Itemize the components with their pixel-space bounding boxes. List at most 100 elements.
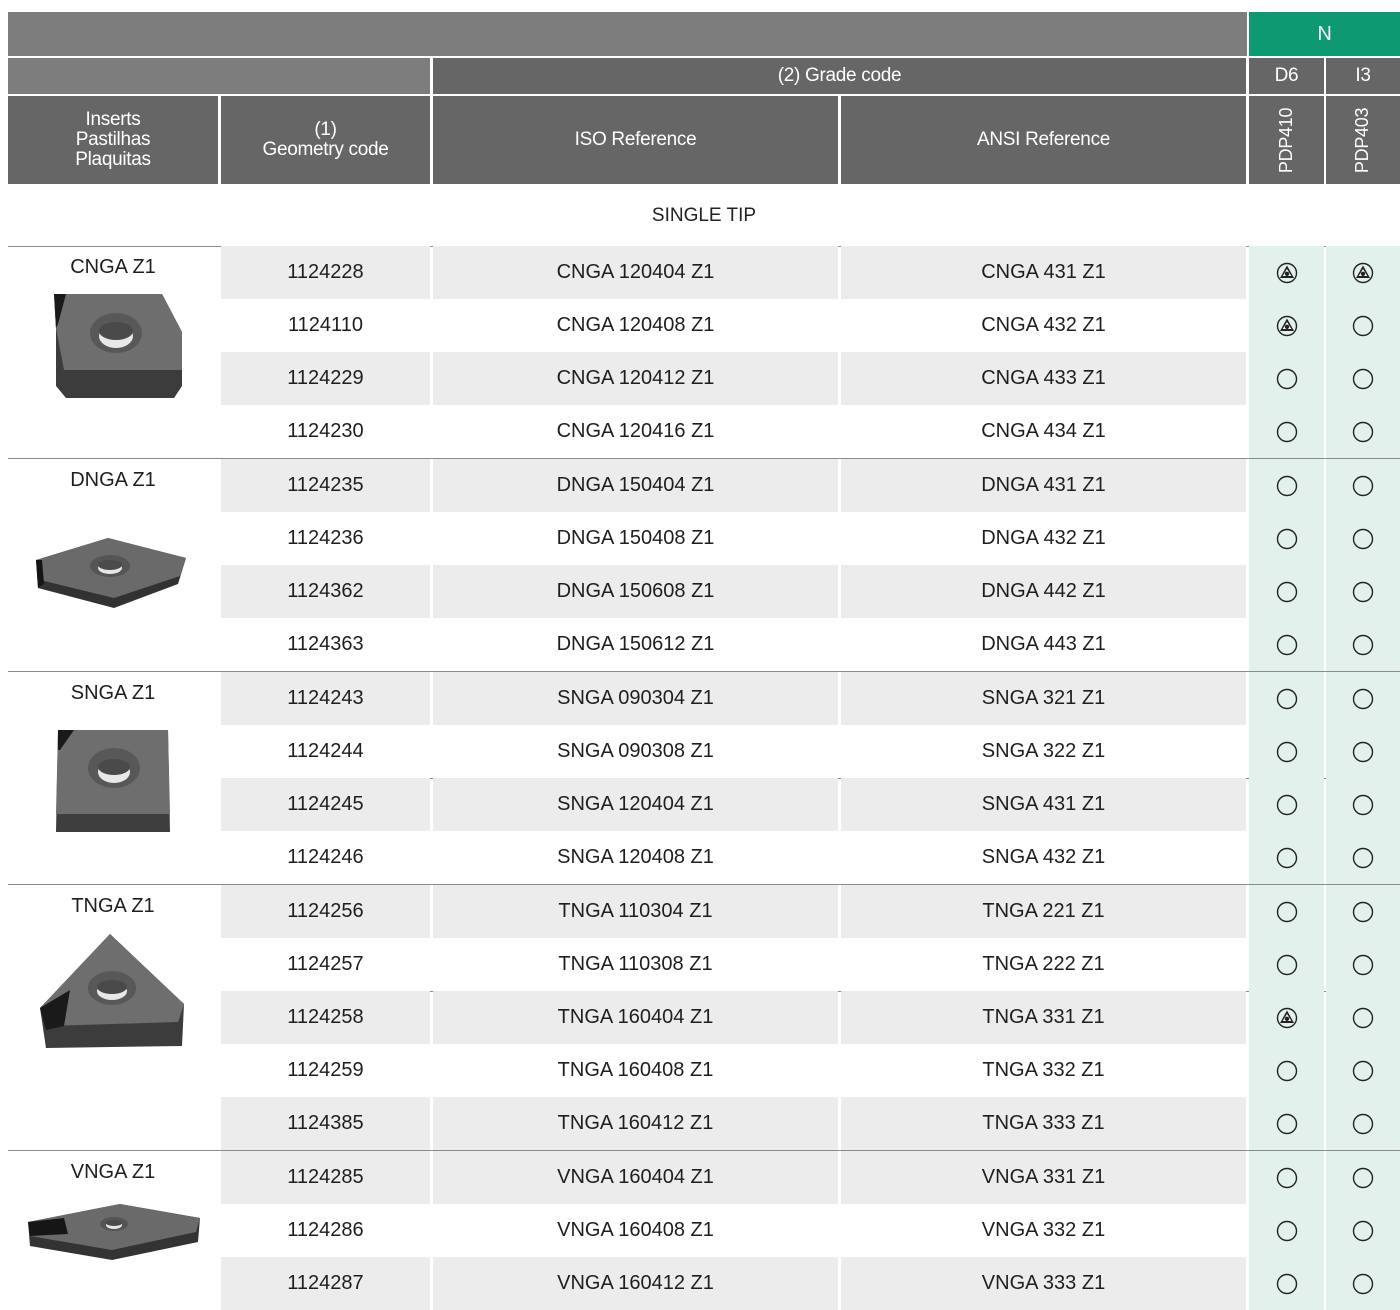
open-circle-icon	[1352, 1007, 1374, 1028]
table-row: 1124246 SNGA 120408 Z1 SNGA 432 Z1	[0, 831, 1400, 884]
pdp403-availability	[1326, 512, 1400, 565]
open-circle-icon	[1276, 368, 1297, 389]
pdp403-availability	[1326, 1097, 1400, 1150]
geometry-code-label: Geometry code	[262, 139, 389, 160]
open-circle-icon	[1276, 634, 1297, 655]
open-circle-icon	[1276, 528, 1297, 549]
geometry-code: 1124230	[287, 420, 364, 442]
open-circle-icon	[1352, 581, 1374, 602]
iso-reference: TNGA 160412 Z1	[433, 1097, 838, 1150]
table-row: 1124363 DNGA 150612 Z1 DNGA 443 Z1	[0, 618, 1400, 671]
inserts-header: Inserts Pastilhas Plaquitas	[8, 96, 218, 184]
ansi-reference-header: ANSI Reference	[841, 96, 1246, 184]
geometry-code: 1124228	[221, 246, 430, 299]
ansi-reference: TNGA 331 Z1	[841, 991, 1246, 1044]
iso-reference: CNGA 120408 Z1	[556, 314, 715, 336]
table-row: 1124110 CNGA 120408 Z1 CNGA 432 Z1	[0, 299, 1400, 352]
iso-reference: SNGA 120408 Z1	[557, 846, 714, 868]
open-circle-icon	[1276, 1220, 1297, 1241]
inserts-header-es: Plaquitas	[75, 148, 151, 170]
pdp410-availability	[1249, 459, 1324, 512]
vnga-insert-image	[28, 1204, 200, 1260]
pdp410-availability	[1249, 725, 1324, 778]
open-circle-icon	[1352, 1273, 1374, 1294]
geometry-code: 1124236	[287, 527, 364, 549]
geometry-code: 1124229	[221, 352, 430, 405]
iso-reference: VNGA 160404 Z1	[433, 1151, 838, 1204]
geometry-code: 1124285	[221, 1151, 430, 1204]
material-group-n: N	[1249, 12, 1400, 56]
ansi-reference: TNGA 333 Z1	[841, 1097, 1246, 1150]
geometry-code: 1124245	[221, 778, 430, 831]
pdp403-availability	[1326, 1044, 1400, 1097]
open-circle-icon	[1352, 847, 1374, 868]
ansi-reference: DNGA 443 Z1	[981, 633, 1106, 655]
header-second-band	[8, 58, 430, 94]
pdp410-availability	[1249, 672, 1324, 725]
iso-reference: DNGA 150608 Z1	[433, 565, 838, 618]
geometry-code-number: (1)	[314, 119, 337, 141]
open-circle-icon	[1352, 954, 1374, 975]
iso-reference: VNGA 160408 Z1	[557, 1219, 714, 1241]
open-circle-icon	[1276, 901, 1297, 922]
pdp410-availability	[1249, 352, 1324, 405]
iso-reference: SNGA 090304 Z1	[433, 672, 838, 725]
ansi-reference: SNGA 432 Z1	[981, 846, 1106, 868]
ansi-reference: VNGA 331 Z1	[841, 1151, 1246, 1204]
open-circle-icon	[1352, 741, 1374, 762]
ansi-reference: TNGA 332 Z1	[982, 1059, 1105, 1081]
table-row: 1124230 CNGA 120416 Z1 CNGA 434 Z1	[0, 405, 1400, 458]
pdp403-availability	[1326, 672, 1400, 725]
pdp403-availability	[1326, 1151, 1400, 1204]
ansi-reference: CNGA 432 Z1	[981, 314, 1106, 336]
pdp403-availability	[1326, 991, 1400, 1044]
iso-reference: DNGA 150408 Z1	[556, 527, 715, 549]
pdp410-availability	[1249, 246, 1324, 299]
pdp403-availability	[1326, 405, 1400, 458]
geometry-code: 1124362	[221, 565, 430, 618]
open-circle-icon	[1276, 954, 1297, 975]
ansi-reference: TNGA 222 Z1	[982, 953, 1105, 975]
open-circle-icon	[1276, 1060, 1297, 1081]
pdp410-availability	[1249, 618, 1324, 671]
pdp410-availability	[1249, 1204, 1324, 1257]
ansi-reference: SNGA 322 Z1	[981, 740, 1106, 762]
table-row: 1124286 VNGA 160408 Z1 VNGA 332 Z1	[0, 1204, 1400, 1257]
snga-insert-image	[56, 730, 170, 832]
open-circle-icon	[1352, 1167, 1374, 1188]
iso-reference: CNGA 120412 Z1	[433, 352, 838, 405]
geometry-code: 1124244	[287, 740, 364, 762]
open-circle-icon	[1352, 528, 1374, 549]
iso-reference: VNGA 160412 Z1	[433, 1257, 838, 1310]
geometry-code: 1124257	[287, 953, 364, 975]
open-circle-icon	[1276, 1167, 1297, 1188]
open-circle-icon	[1276, 475, 1297, 496]
ansi-reference: SNGA 431 Z1	[841, 778, 1246, 831]
pdp403-header: PDP403	[1326, 96, 1400, 184]
table-row: 1124362 DNGA 150608 Z1 DNGA 442 Z1	[0, 565, 1400, 618]
inserts-header-pt: Pastilhas	[75, 129, 151, 151]
grade-i3-header: I3	[1326, 58, 1400, 94]
dnga-insert-image	[36, 538, 186, 608]
pdp403-availability	[1326, 618, 1400, 671]
iso-reference: TNGA 160404 Z1	[433, 991, 838, 1044]
pdp410-availability	[1249, 299, 1324, 352]
geometry-code: 1124259	[287, 1059, 364, 1081]
table-row: 1124228 CNGA 120404 Z1 CNGA 431 Z1	[0, 246, 1400, 299]
table-row: 1124257 TNGA 110308 Z1 TNGA 222 Z1	[0, 938, 1400, 991]
ansi-reference: DNGA 442 Z1	[841, 565, 1246, 618]
ansi-reference: DNGA 431 Z1	[841, 459, 1246, 512]
table-row: 1124235 DNGA 150404 Z1 DNGA 431 Z1	[0, 459, 1400, 512]
open-circle-icon	[1276, 1273, 1297, 1294]
section-title: SINGLE TIP	[651, 205, 757, 226]
pdp403-availability	[1326, 778, 1400, 831]
open-circle-icon	[1352, 475, 1374, 496]
pdp403-availability	[1326, 885, 1400, 938]
iso-reference: TNGA 110304 Z1	[433, 885, 838, 938]
table-row: 1124385 TNGA 160412 Z1 TNGA 333 Z1	[0, 1097, 1400, 1150]
open-circle-icon	[1276, 741, 1297, 762]
open-circle-icon	[1276, 847, 1297, 868]
header-top-band	[8, 12, 1247, 56]
open-circle-icon	[1352, 315, 1374, 336]
pdp410-header: PDP410	[1249, 96, 1324, 184]
